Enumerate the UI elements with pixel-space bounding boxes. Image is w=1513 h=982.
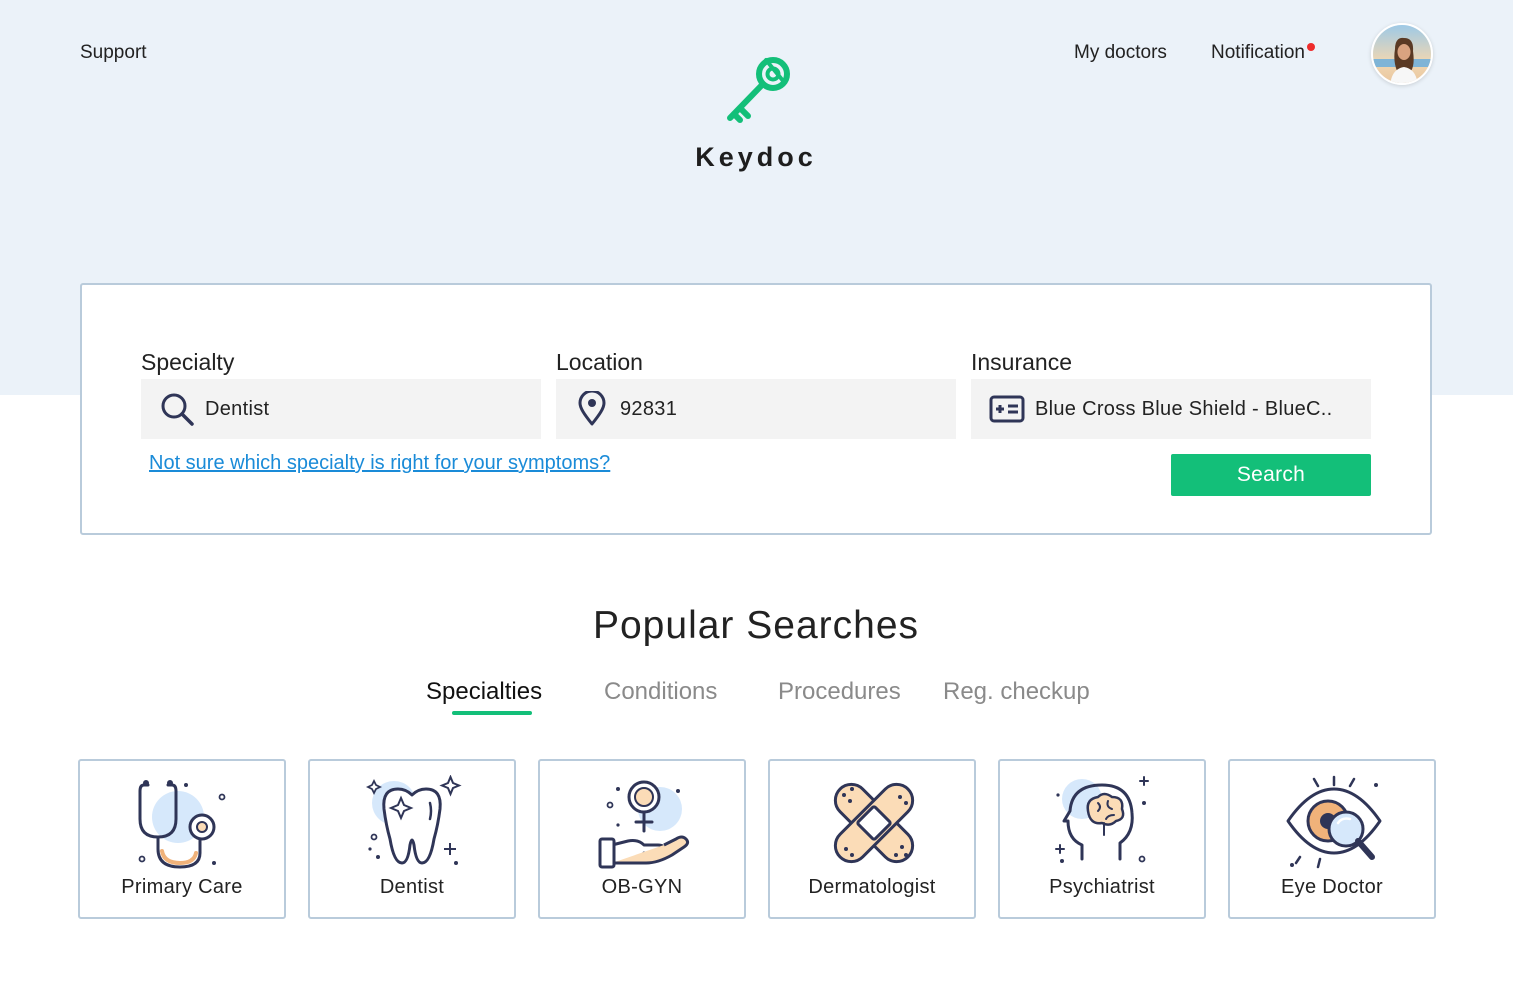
brand-name: Keydoc	[695, 142, 817, 172]
specialty-label: Specialty	[141, 349, 235, 375]
specialty-card-psychiatrist[interactable]: Psychiatrist	[998, 759, 1206, 919]
card-label: OB-GYN	[601, 876, 683, 898]
specialty-card-dermatologist[interactable]: Dermatologist	[768, 759, 976, 919]
card-label: Psychiatrist	[1049, 876, 1155, 898]
location-value: 92831	[620, 397, 678, 420]
notification-label: Notification	[1211, 42, 1305, 63]
my-doctors-link[interactable]: My doctors	[1074, 42, 1167, 64]
insurance-value: Blue Cross Blue Shield - BlueC..	[1035, 397, 1333, 420]
notification-dot	[1307, 43, 1315, 51]
location-label: Location	[556, 349, 643, 375]
insurance-field[interactable]: Blue Cross Blue Shield - BlueC..	[971, 379, 1371, 439]
notification-link[interactable]: Notification	[1211, 42, 1315, 64]
specialty-card-dentist[interactable]: Dentist	[308, 759, 516, 919]
location-pin-icon	[572, 389, 612, 429]
tab-procedures[interactable]: Procedures	[778, 678, 901, 706]
specialty-card-eye-doctor[interactable]: Eye Doctor	[1228, 759, 1436, 919]
support-link[interactable]: Support	[80, 42, 147, 64]
tab-reg-checkup[interactable]: Reg. checkup	[943, 678, 1090, 706]
tab-specialties[interactable]: Specialties	[426, 678, 542, 706]
female-symbol-hand-icon	[598, 780, 690, 869]
eye-magnifier-icon	[1286, 775, 1382, 869]
card-label: Eye Doctor	[1281, 876, 1383, 898]
keydoc-logo-icon	[727, 57, 790, 123]
tooth-icon	[365, 775, 462, 865]
specialty-field[interactable]: Dentist	[141, 379, 541, 439]
insurance-label: Insurance	[971, 349, 1073, 375]
tab-conditions[interactable]: Conditions	[604, 678, 717, 706]
symptom-help-link[interactable]: Not sure which specialty is right for yo…	[149, 452, 610, 475]
bandage-icon	[833, 782, 915, 864]
card-label: Dermatologist	[808, 876, 936, 898]
specialty-value: Dentist	[205, 397, 270, 420]
popular-searches-title: Popular Searches	[592, 604, 920, 647]
card-label: Primary Care	[121, 876, 243, 898]
search-button[interactable]: Search	[1171, 454, 1371, 496]
active-tab-indicator	[452, 711, 532, 715]
avatar[interactable]	[1371, 23, 1433, 85]
specialty-card-ob-gyn[interactable]: OB-GYN	[538, 759, 746, 919]
search-icon	[157, 389, 197, 429]
insurance-card-icon	[987, 389, 1027, 429]
specialty-card-primary-care[interactable]: Primary Care	[78, 759, 286, 919]
card-label: Dentist	[379, 876, 445, 898]
stethoscope-icon	[138, 780, 226, 869]
brain-head-icon	[1055, 776, 1149, 863]
location-field[interactable]: 92831	[556, 379, 956, 439]
